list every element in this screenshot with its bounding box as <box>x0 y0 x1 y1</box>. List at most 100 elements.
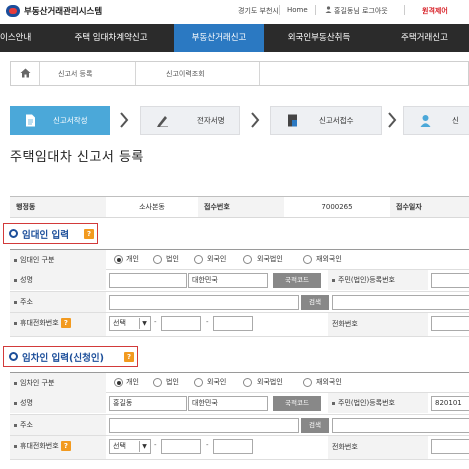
radio-foreigner[interactable] <box>194 378 203 387</box>
lessee-id-input[interactable]: 820101 <box>431 396 469 411</box>
mobile-last-input[interactable] <box>213 439 253 454</box>
receipt-no-value: 7000265 <box>321 203 353 211</box>
lessee-name-row: 성명 홍길동 대한민국 국적코드 주민(법인)등록번호 820101 <box>10 393 469 415</box>
radio-foreign-corporation[interactable] <box>243 255 252 264</box>
radio-individual[interactable] <box>114 378 123 387</box>
nav-item-house-trade[interactable]: 주택거래신고 <box>380 24 469 52</box>
field-label: 임대인 구분 <box>20 256 55 264</box>
lessee-address-row: 주소 검색 <box>10 415 469 436</box>
mobile-prefix-select[interactable]: 선택 ▼ <box>109 316 151 331</box>
field-label: 임차인 구분 <box>20 379 55 387</box>
pen-icon <box>157 116 168 127</box>
step-label: 신고서접수 <box>319 116 354 125</box>
nav-item-lease-report[interactable]: 주택 임대차계약신고 <box>52 24 170 52</box>
page-title: 주택임대차 신고서 등록 <box>10 150 144 165</box>
radio-label: 개인 <box>126 255 139 263</box>
radio-label: 외국법인 <box>257 378 283 386</box>
dash-separator: - <box>154 441 157 449</box>
help-icon[interactable]: ? <box>60 318 71 328</box>
lessee-name-input[interactable]: 홍길동 <box>109 396 187 411</box>
field-label: 전화번호 <box>328 436 428 459</box>
dash-separator: - <box>206 318 209 326</box>
divider <box>135 62 136 85</box>
chevron-right-icon <box>251 112 260 128</box>
radio-label: 외국법인 <box>257 255 283 263</box>
step-write: 신고서작성 <box>10 106 110 135</box>
divider <box>259 62 260 85</box>
radio-label: 법인 <box>166 378 179 386</box>
home-link[interactable]: Home <box>287 6 308 14</box>
address-search-button[interactable]: 검색 <box>301 295 329 310</box>
lessor-phone-input[interactable] <box>431 316 469 331</box>
lessor-section-header: 임대인 입력 ? <box>3 223 98 244</box>
nav-item-guide[interactable]: 이스안내 <box>0 24 48 52</box>
remote-support-link[interactable]: 원격제어 <box>422 6 448 16</box>
radio-label: 개인 <box>126 378 139 386</box>
radio-overseas-korean[interactable] <box>303 255 312 264</box>
lessee-address-detail-input[interactable] <box>332 418 469 433</box>
lessor-address-row: 주소 검색 <box>10 292 469 313</box>
help-icon[interactable]: ? <box>60 441 71 451</box>
chevron-right-icon <box>120 112 129 128</box>
receipt-info-bar: 행정동 소사본동 접수번호 7000265 접수일자 <box>10 196 469 218</box>
lessor-id-input[interactable] <box>431 273 469 288</box>
step-label: 신 <box>452 116 459 125</box>
address-search-button[interactable]: 검색 <box>301 418 329 433</box>
lessee-nationality-input[interactable]: 대한민국 <box>188 396 268 411</box>
lessor-address-input[interactable] <box>109 295 299 310</box>
breadcrumb-item-register[interactable]: 신고서 등록 <box>58 67 92 81</box>
chevron-down-icon: ▼ <box>139 318 149 329</box>
stamp-icon <box>288 114 297 127</box>
mobile-middle-input[interactable] <box>161 316 201 331</box>
radio-overseas-korean[interactable] <box>303 378 312 387</box>
step-submit: 신고서접수 <box>270 106 382 135</box>
receipt-date-label: 접수일자 <box>390 197 469 217</box>
mobile-middle-input[interactable] <box>161 439 201 454</box>
lessee-phone-input[interactable] <box>431 439 469 454</box>
radio-foreign-corporation[interactable] <box>243 378 252 387</box>
office-value: 소사본동 <box>139 203 165 211</box>
lessor-name-input[interactable] <box>109 273 187 288</box>
app-title[interactable]: 부동산거래관리시스템 <box>24 5 102 17</box>
radio-corporation[interactable] <box>153 255 162 264</box>
field-label: 휴대전화번호 <box>20 319 59 327</box>
help-icon[interactable]: ? <box>84 229 94 239</box>
field-label: 성명 <box>20 276 33 284</box>
radio-label: 외국인 <box>207 255 227 263</box>
field-label: 전화번호 <box>328 313 428 336</box>
radio-corporation[interactable] <box>153 378 162 387</box>
mobile-prefix-select[interactable]: 선택 ▼ <box>109 439 151 454</box>
step-label: 신고서작성 <box>53 116 88 125</box>
lessor-phone-row: 휴대전화번호 ? 선택 ▼ - - 전화번호 <box>10 313 469 337</box>
breadcrumb-item-history[interactable]: 신고이력조회 <box>166 67 205 81</box>
radio-individual[interactable] <box>114 255 123 264</box>
field-label: 주민(법인)등록번호 <box>338 399 395 407</box>
field-label: 주소 <box>20 421 33 429</box>
region-label: 경기도 부천시 <box>238 7 279 15</box>
section-title: 임대인 입력 <box>22 230 70 241</box>
lessor-nationality-input[interactable]: 대한민국 <box>188 273 268 288</box>
country-code-button[interactable]: 국적코드 <box>273 273 321 288</box>
section-title: 임차인 입력(신청인) <box>22 353 104 364</box>
radio-foreigner[interactable] <box>194 255 203 264</box>
select-value: 선택 <box>113 442 126 450</box>
section-bullet-icon <box>9 352 18 361</box>
chevron-down-icon: ▼ <box>139 441 149 452</box>
field-label: 주소 <box>20 298 33 306</box>
radio-label: 외국인 <box>207 378 227 386</box>
mobile-last-input[interactable] <box>213 316 253 331</box>
lessee-section-header: 임차인 입력(신청인) ? <box>3 346 138 367</box>
home-icon[interactable] <box>20 68 31 80</box>
radio-label: 법인 <box>166 255 179 263</box>
lessee-type-row: 임차인 구분 개인 법인 외국인 외국법인 재외국인 <box>10 372 469 393</box>
country-code-button[interactable]: 국적코드 <box>273 396 321 411</box>
lessor-address-detail-input[interactable] <box>332 295 469 310</box>
nav-item-real-estate-report[interactable]: 부동산거래신고 <box>174 24 264 52</box>
radio-label: 재외국인 <box>316 378 342 386</box>
help-icon[interactable]: ? <box>124 352 134 362</box>
logout-link[interactable]: 홍길동님 로그아웃 <box>334 6 388 16</box>
lessor-type-row: 임대인 구분 개인 법인 외국인 외국법인 재외국인 <box>10 249 469 270</box>
nav-item-foreigner-acquisition[interactable]: 외국인부동산취득 <box>270 24 368 52</box>
lessee-address-input[interactable] <box>109 418 299 433</box>
step-confirm: 신 <box>403 106 469 135</box>
